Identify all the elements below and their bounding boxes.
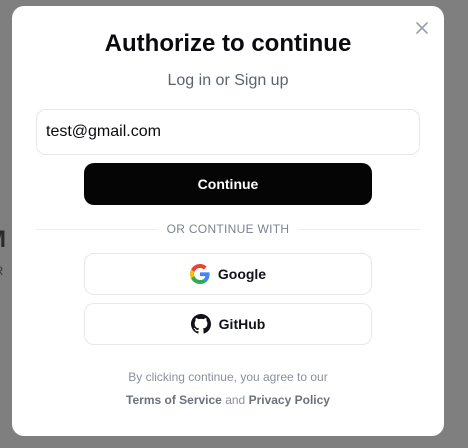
email-input[interactable]: [36, 109, 420, 155]
continue-button[interactable]: Continue: [84, 163, 372, 205]
github-login-button[interactable]: GitHub: [84, 303, 372, 345]
divider-line-left: [36, 228, 157, 230]
github-icon: [190, 314, 211, 334]
backdrop-text-fragment-1: CR: [0, 264, 3, 278]
google-login-label: Google: [217, 266, 267, 282]
google-login-button[interactable]: Google: [84, 253, 372, 295]
divider-line-right: [299, 228, 421, 230]
privacy-policy-link[interactable]: Privacy Policy: [249, 393, 330, 407]
terms-and-text: and: [225, 393, 246, 407]
terms-of-service-link[interactable]: Terms of Service: [126, 393, 222, 407]
terms-prefix: By clicking continue, you agree to our: [128, 370, 328, 384]
auth-modal: Authorize to continue Log in or Sign up …: [12, 6, 444, 436]
github-login-label: GitHub: [218, 316, 266, 332]
divider-text: OR CONTINUE WITH: [166, 222, 290, 236]
terms-links-line: Terms of Service and Privacy Policy: [12, 389, 444, 412]
terms-notice: By clicking continue, you agree to our T…: [12, 366, 444, 412]
modal-title: Authorize to continue: [104, 30, 352, 57]
modal-subtitle: Log in or Sign up: [167, 72, 289, 89]
divider: OR CONTINUE WITH: [36, 221, 421, 237]
backdrop-heading-fragment: M: [0, 226, 6, 254]
google-icon: [189, 264, 210, 284]
